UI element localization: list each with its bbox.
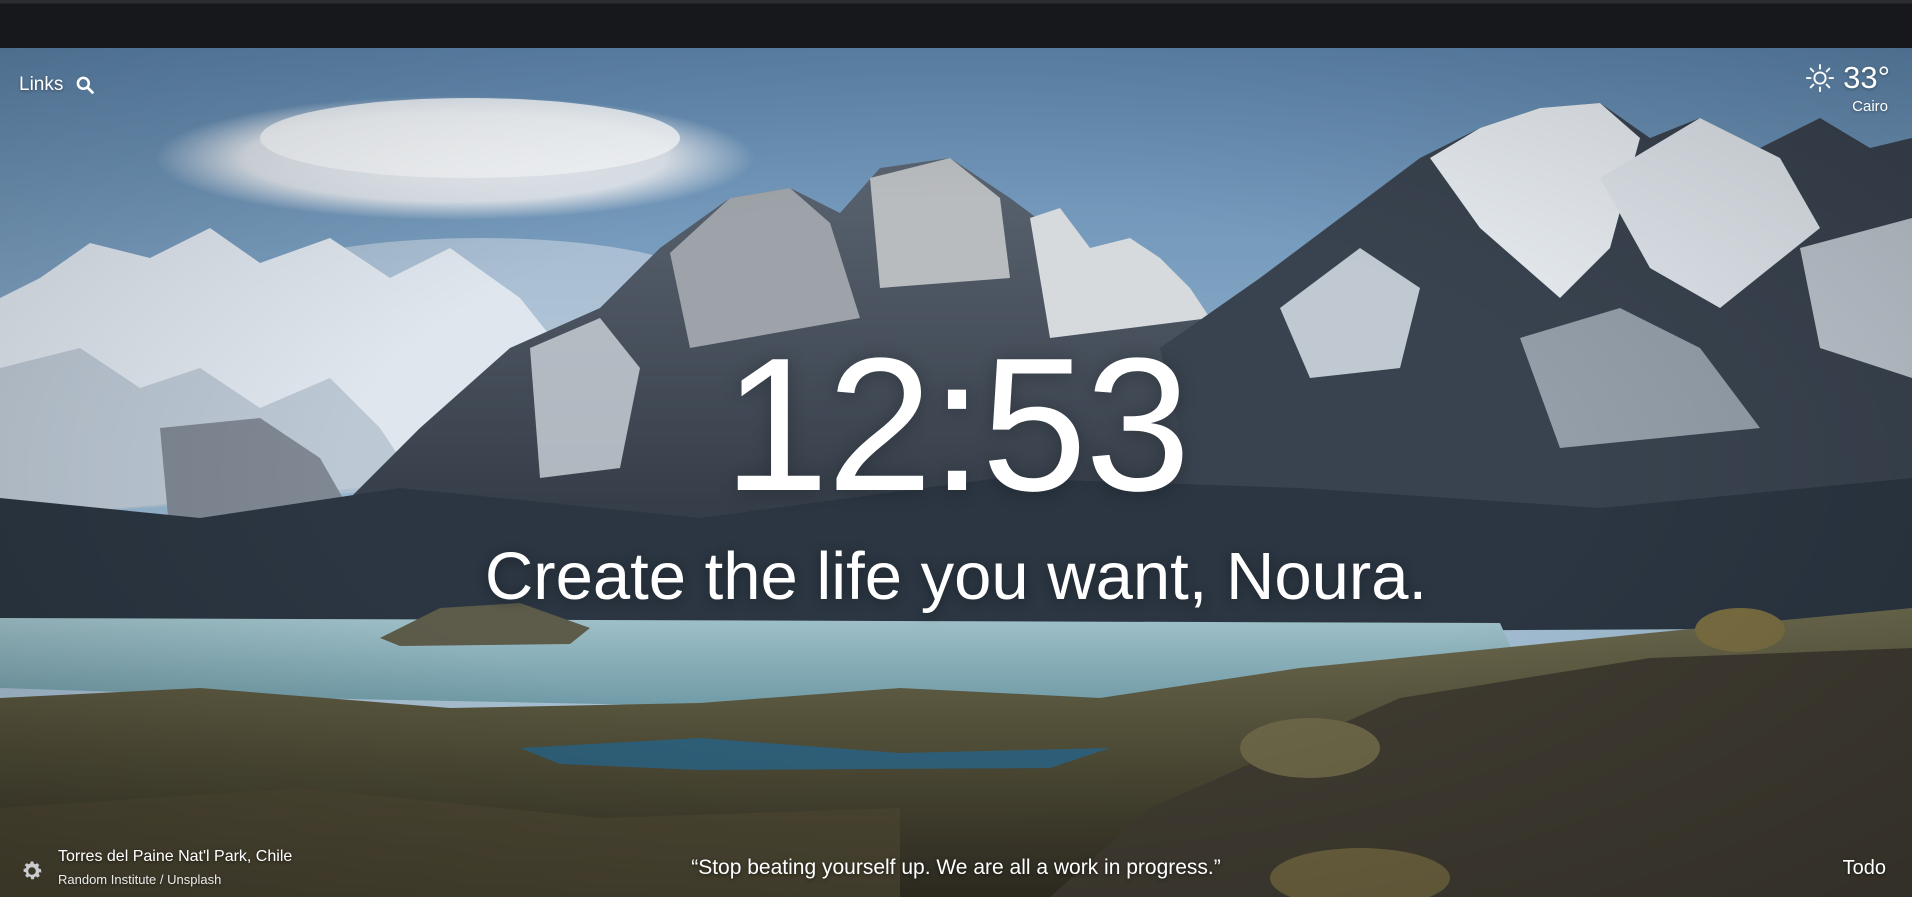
weather-temperature: 33° [1843, 60, 1890, 95]
daily-quote[interactable]: “Stop beating yourself up. We are all a … [0, 856, 1912, 880]
sun-icon [1806, 63, 1835, 93]
weather-widget[interactable]: 33° Cairo [1805, 60, 1890, 115]
clock-time: 12:53 [723, 319, 1190, 531]
links-button[interactable]: Links [19, 74, 95, 96]
todo-button[interactable]: Todo [1843, 857, 1886, 880]
links-label: Links [19, 74, 64, 95]
greeting-text: Create the life you want, Noura. [484, 539, 1428, 614]
weather-city: Cairo [1852, 98, 1888, 115]
browser-top-bar [0, 0, 1912, 49]
search-icon[interactable] [75, 75, 95, 95]
